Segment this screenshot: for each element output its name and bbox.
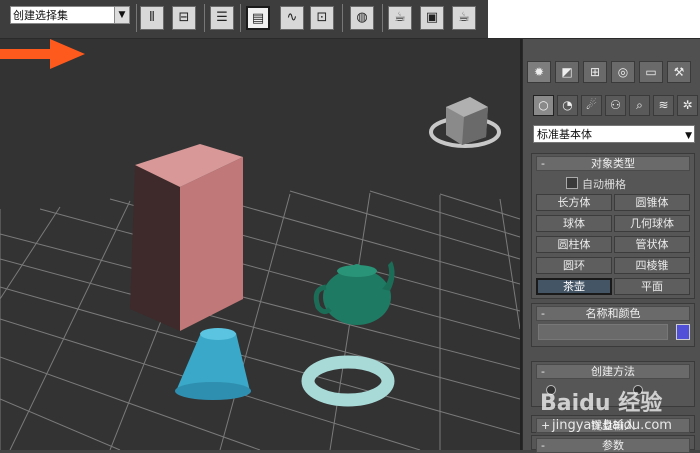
cylinder-button[interactable]: 圆柱体 [536, 236, 612, 253]
selection-set-value: 创建选择集 [13, 9, 68, 22]
cone-object[interactable] [175, 328, 251, 400]
parameters-header[interactable]: - 参数 [536, 438, 690, 453]
layer-manager-icon[interactable]: ☰ [210, 6, 234, 30]
helpers-category-icon[interactable]: ⌕ [629, 95, 650, 116]
teapot-object[interactable] [313, 261, 395, 325]
box-object[interactable] [130, 144, 243, 331]
toolbar-divider [382, 4, 383, 32]
torus-object[interactable] [301, 355, 395, 407]
primitive-type-value: 标准基本体 [537, 128, 592, 141]
material-editor-icon[interactable]: ◍ [350, 6, 374, 30]
orange-arrow-icon [0, 39, 85, 69]
rendered-frame-icon[interactable]: ▣ [420, 6, 444, 30]
geosphere-button[interactable]: 几何球体 [614, 215, 690, 232]
checkbox-icon [566, 177, 578, 189]
chevron-down-icon[interactable]: ▼ [114, 7, 129, 23]
pyramid-button[interactable]: 四棱锥 [614, 257, 690, 274]
hierarchy-tab-icon[interactable]: ⊞ [583, 61, 607, 83]
object-name-input[interactable] [538, 324, 668, 340]
parameters-rollout: - 参数 [531, 435, 695, 453]
object-type-header[interactable]: - 对象类型 [536, 156, 690, 171]
object-type-rollout: - 对象类型 自动栅格 长方体 圆锥体 球体 几何球体 圆柱体 管状体 圆环 四… [531, 153, 695, 299]
curve-editor-icon[interactable]: ∿ [280, 6, 304, 30]
creation-method-title: 创建方法 [591, 365, 635, 378]
perspective-viewport[interactable] [0, 39, 522, 450]
collapse-icon: - [541, 307, 545, 320]
motion-tab-icon[interactable]: ◎ [611, 61, 635, 83]
create-tab-icon[interactable]: ✹ [527, 61, 551, 83]
name-color-title: 名称和颜色 [585, 307, 641, 320]
parameters-title: 参数 [602, 439, 624, 452]
cone-button[interactable]: 圆锥体 [614, 194, 690, 211]
collapse-icon: - [541, 365, 545, 378]
display-tab-icon[interactable]: ▭ [639, 61, 663, 83]
render-setup-icon[interactable]: ☕ [388, 6, 412, 30]
main-toolbar: 创建选择集 ▼ ⫴ ⊟ ☰ ▤ ∿ ⊡ ◍ ☕ ▣ ☕ [0, 0, 700, 39]
autogrid-label: 自动栅格 [582, 178, 626, 191]
align-icon[interactable]: ⊟ [172, 6, 196, 30]
spacewarps-category-icon[interactable]: ≋ [653, 95, 674, 116]
name-color-header[interactable]: - 名称和颜色 [536, 306, 690, 321]
baidu-watermark-url: jingyan.baidu.com [552, 418, 672, 433]
render-production-icon[interactable]: ☕ [452, 6, 476, 30]
toolbar-divider [342, 4, 343, 32]
plane-button[interactable]: 平面 [614, 278, 690, 295]
toolbar-divider [240, 4, 241, 32]
object-color-swatch[interactable] [676, 324, 690, 340]
object-type-title: 对象类型 [591, 157, 635, 170]
creation-method-header[interactable]: - 创建方法 [536, 364, 690, 379]
primitive-type-dropdown[interactable]: 标准基本体 ▼ [533, 125, 695, 143]
collapse-icon: - [541, 157, 545, 170]
chevron-down-icon[interactable]: ▼ [685, 127, 692, 145]
selection-set-dropdown[interactable]: 创建选择集 ▼ [10, 6, 130, 24]
home-grid [0, 190, 520, 450]
modify-tab-icon[interactable]: ◩ [555, 61, 579, 83]
toolbar-divider [136, 4, 137, 32]
name-color-rollout: - 名称和颜色 [531, 303, 695, 347]
viewport-scene [0, 97, 520, 450]
schematic-view-icon[interactable]: ⊡ [310, 6, 334, 30]
teapot-button[interactable]: 茶壶 [536, 278, 612, 295]
torus-button[interactable]: 圆环 [536, 257, 612, 274]
autogrid-checkbox[interactable]: 自动栅格 [566, 177, 626, 192]
scene-explorer-icon[interactable]: ▤ [246, 6, 270, 30]
utilities-tab-icon[interactable]: ⚒ [667, 61, 691, 83]
collapse-icon: - [541, 439, 545, 452]
expand-icon: + [541, 419, 551, 432]
systems-category-icon[interactable]: ✲ [677, 95, 698, 116]
geometry-category-icon[interactable]: ○ [533, 95, 554, 116]
toolbar-divider [204, 4, 205, 32]
lights-category-icon[interactable]: ☄ [581, 95, 602, 116]
mirror-icon[interactable]: ⫴ [140, 6, 164, 30]
toolbar-empty-area [488, 0, 700, 38]
box-button[interactable]: 长方体 [536, 194, 612, 211]
baidu-watermark-logo: Baidu 经验 [540, 391, 663, 416]
shapes-category-icon[interactable]: ◔ [557, 95, 578, 116]
tube-button[interactable]: 管状体 [614, 236, 690, 253]
viewcube-icon[interactable] [429, 97, 501, 148]
sphere-button[interactable]: 球体 [536, 215, 612, 232]
cameras-category-icon[interactable]: ⚇ [605, 95, 626, 116]
